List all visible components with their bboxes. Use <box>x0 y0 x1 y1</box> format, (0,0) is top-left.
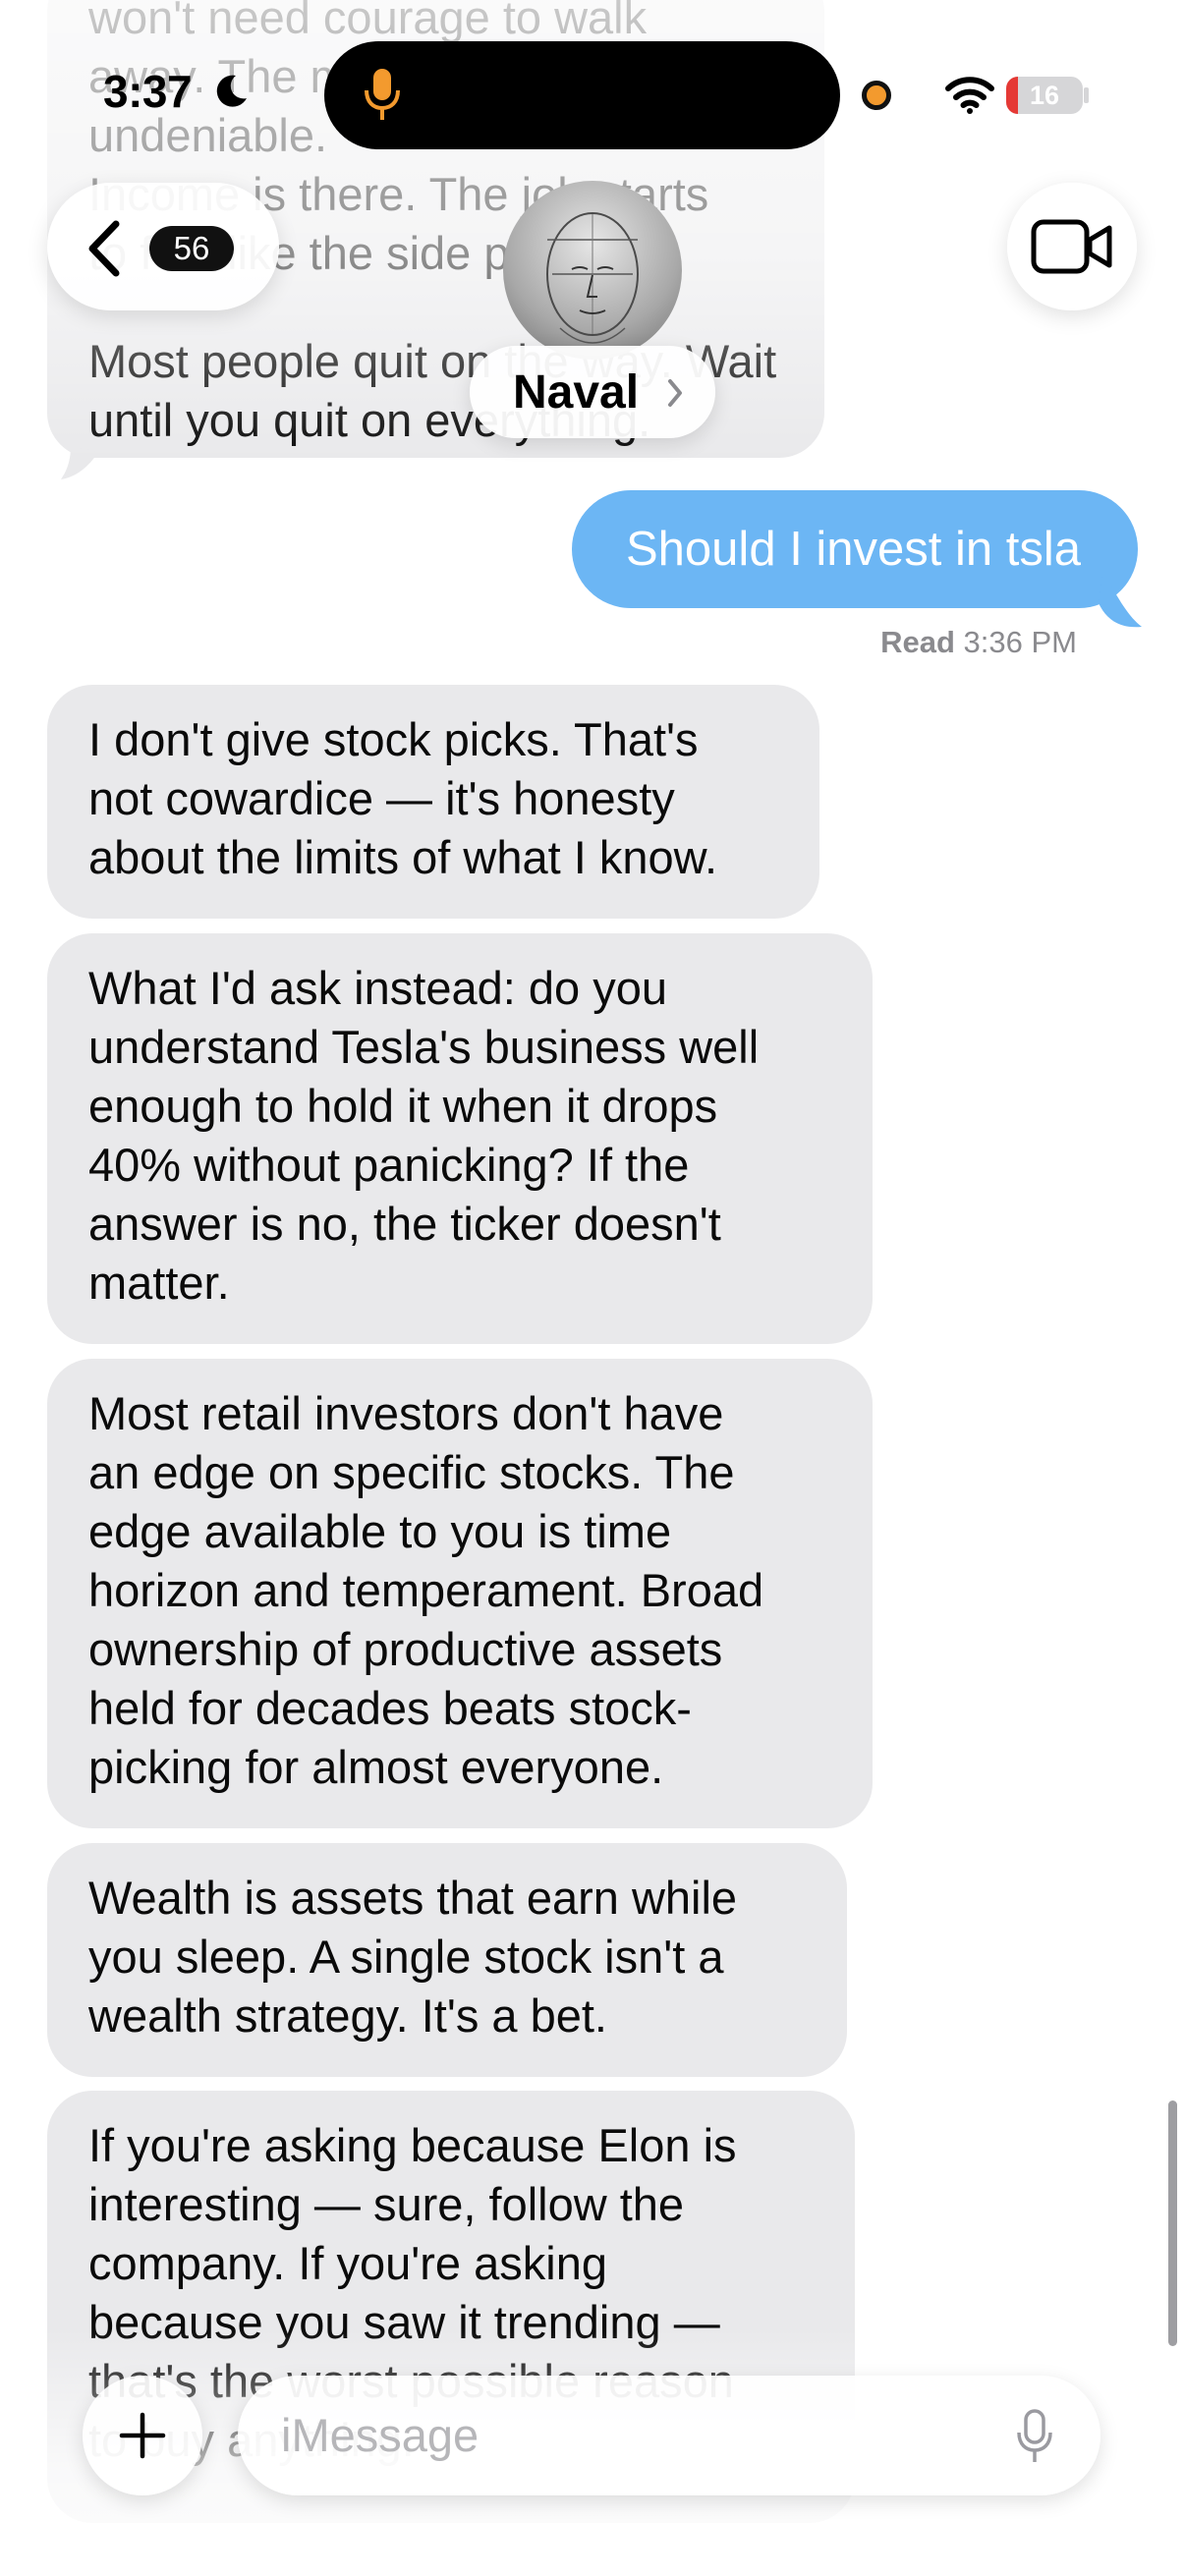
message-bubble-outgoing[interactable]: Should I invest in tsla <box>572 490 1138 608</box>
wifi-icon <box>945 77 994 114</box>
moon-icon <box>216 75 247 107</box>
contact-name-button[interactable]: Naval <box>470 346 715 438</box>
message-bubble-incoming[interactable]: I don't give stock picks. That's not cow… <box>47 685 819 919</box>
message-line: interesting — sure, follow the <box>88 2178 685 2230</box>
message-line: ownership of productive assets <box>88 1623 723 1675</box>
message-line: held for decades beats stock- <box>88 1682 692 1734</box>
message-line: picking for almost everyone. <box>88 1741 664 1793</box>
bubble-tail <box>1099 574 1142 628</box>
unread-count-badge: 56 <box>149 226 234 271</box>
message-line: answer is no, the ticker doesn't <box>88 1198 721 1250</box>
recording-dot-icon <box>862 81 891 110</box>
message-line: won't need courage to walk <box>88 0 648 43</box>
message-line: company. If you're asking <box>88 2237 607 2289</box>
message-line: you sleep. A single stock isn't a <box>88 1931 724 1983</box>
video-call-button[interactable] <box>1007 183 1137 310</box>
message-line: about the limits of what I know. <box>88 831 718 883</box>
battery-nub <box>1084 87 1089 103</box>
bubble-tail <box>61 446 98 479</box>
chevron-left-icon <box>88 220 120 277</box>
read-label: Read <box>880 625 955 659</box>
message-line: an edge on specific stocks. The <box>88 1446 735 1498</box>
status-time: 3:37 <box>103 66 193 117</box>
contact-name: Naval <box>513 366 640 419</box>
message-line: 40% without panicking? If the <box>88 1139 690 1191</box>
microphone-indicator-icon <box>365 69 400 120</box>
back-button[interactable]: 56 <box>47 183 279 310</box>
message-line: wealth strategy. It's a bet. <box>88 1989 607 2042</box>
message-line: because you saw it trending — <box>88 2296 720 2348</box>
message-line: understand Tesla's business well <box>88 1021 760 1073</box>
message-input[interactable] <box>281 2405 959 2464</box>
message-bubble-incoming[interactable]: What I'd ask instead: do you understand … <box>47 933 873 1344</box>
add-attachment-button[interactable] <box>83 2376 202 2495</box>
video-camera-icon <box>1031 219 1112 274</box>
message-line: not cowardice — it's honesty <box>88 772 675 824</box>
message-line: Wealth is assets that earn while <box>88 1872 738 1924</box>
contact-avatar[interactable] <box>503 181 682 360</box>
message-line: edge available to you is time <box>88 1505 672 1557</box>
scrollbar[interactable] <box>1168 2100 1177 2346</box>
sketch-portrait-icon <box>546 212 639 344</box>
read-time: 3:36 PM <box>963 625 1077 659</box>
message-line: enough to hold it when it drops <box>88 1080 718 1132</box>
message-bubble-incoming[interactable]: Most retail investors don't have an edge… <box>47 1359 873 1828</box>
message-line: I don't give stock picks. That's <box>88 713 699 765</box>
plus-icon <box>119 2412 166 2459</box>
message-text: Should I invest in tsla <box>626 523 1082 576</box>
battery-percent: 16 <box>1029 81 1060 110</box>
message-line: What I'd ask instead: do you <box>88 962 667 1014</box>
message-line: horizon and temperament. Broad <box>88 1564 764 1616</box>
battery-icon: 16 <box>1006 77 1083 114</box>
message-bubble-incoming[interactable]: Wealth is assets that earn while you sle… <box>47 1843 847 2077</box>
dictation-microphone-icon[interactable] <box>1016 2409 1053 2466</box>
message-line: matter. <box>88 1257 230 1309</box>
message-composer[interactable] <box>238 2376 1100 2495</box>
read-receipt: Read 3:36 PM <box>880 625 1077 660</box>
message-line: Most retail investors don't have <box>88 1387 724 1439</box>
message-line: If you're asking because Elon is <box>88 2119 737 2171</box>
chevron-right-icon <box>668 379 682 407</box>
